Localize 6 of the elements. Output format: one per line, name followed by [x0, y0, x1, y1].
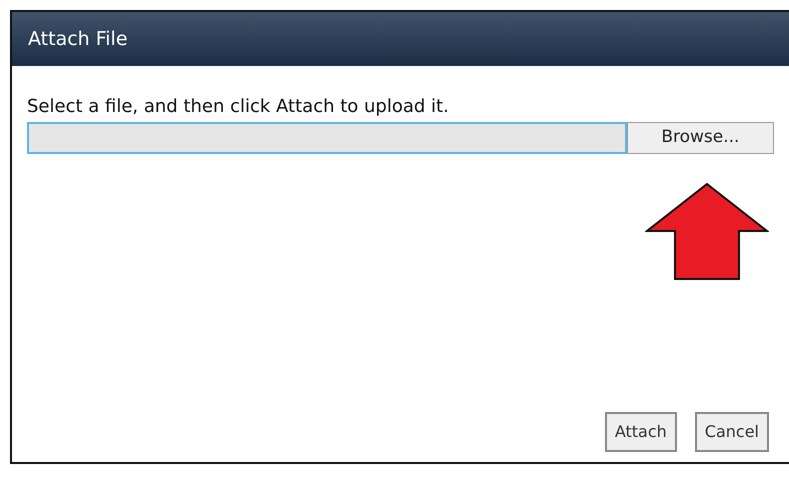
dialog-button[interactable]: Attach — [604, 412, 677, 452]
instruction-text: Select a file, and then click Attach to upload it. — [27, 96, 450, 118]
file-path-field[interactable] — [27, 122, 627, 154]
window-title: Attach File — [28, 26, 128, 52]
dialog-button[interactable]: Cancel — [694, 412, 769, 452]
browse-button[interactable]: Browse... — [626, 122, 774, 154]
